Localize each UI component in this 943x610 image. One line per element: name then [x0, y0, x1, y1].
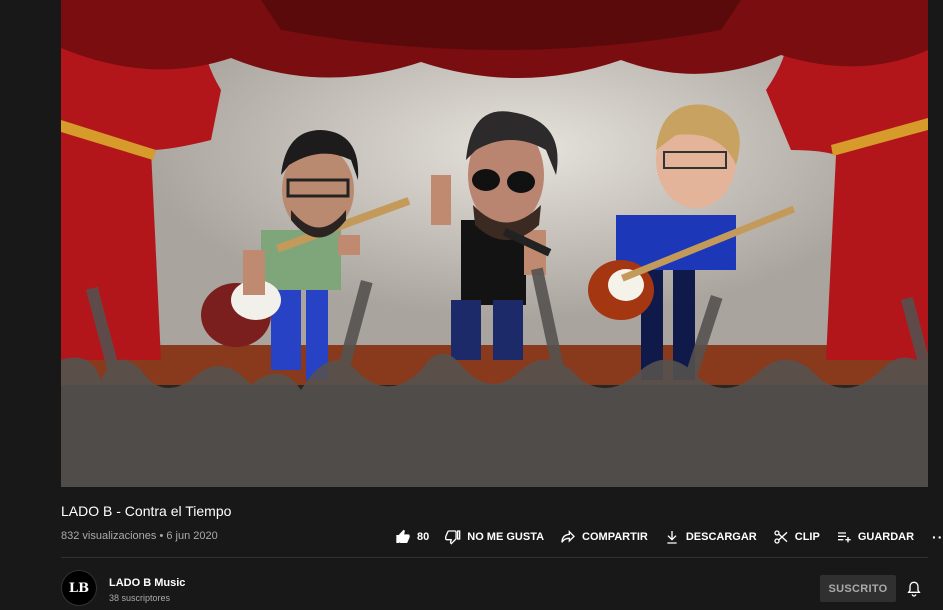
save-button[interactable]: GUARDAR — [836, 529, 914, 545]
scissors-icon — [773, 529, 789, 545]
share-label: COMPARTIR — [582, 531, 648, 543]
video-stats: 832 visualizaciones • 6 jun 2020 — [61, 530, 218, 542]
subscribed-button[interactable]: SUSCRITO — [820, 575, 896, 602]
stats-separator: • — [159, 530, 164, 542]
action-bar: 80 NO ME GUSTA COMPARTIR DESCARGAR CLIP … — [395, 526, 943, 548]
download-button[interactable]: DESCARGAR — [664, 529, 757, 545]
share-button[interactable]: COMPARTIR — [560, 529, 648, 545]
clip-label: CLIP — [794, 531, 820, 543]
more-actions-button[interactable]: ··· — [932, 529, 943, 545]
share-icon — [560, 529, 576, 545]
channel-name[interactable]: LADO B Music — [109, 577, 185, 589]
clip-button[interactable]: CLIP — [773, 529, 820, 545]
playlist-add-icon — [836, 529, 852, 545]
video-frame — [61, 0, 928, 487]
upload-date: 6 jun 2020 — [166, 530, 218, 542]
save-label: GUARDAR — [857, 531, 915, 543]
dislike-button[interactable]: NO ME GUSTA — [445, 529, 544, 545]
video-title: LADO B - Contra el Tiempo — [61, 503, 232, 519]
thumb-up-icon — [395, 529, 411, 545]
like-count: 80 — [417, 531, 430, 543]
download-label: DESCARGAR — [685, 531, 757, 543]
like-button[interactable]: 80 — [395, 529, 429, 545]
channel-avatar[interactable]: LB — [61, 570, 97, 606]
divider — [61, 557, 928, 558]
bell-icon[interactable] — [906, 580, 922, 598]
dislike-label: NO ME GUSTA — [467, 531, 545, 543]
video-player[interactable] — [61, 0, 928, 487]
thumb-down-icon — [445, 529, 461, 545]
view-count: 832 visualizaciones — [61, 530, 157, 542]
download-icon — [664, 529, 680, 545]
subscriber-count: 38 suscriptores — [109, 593, 171, 603]
